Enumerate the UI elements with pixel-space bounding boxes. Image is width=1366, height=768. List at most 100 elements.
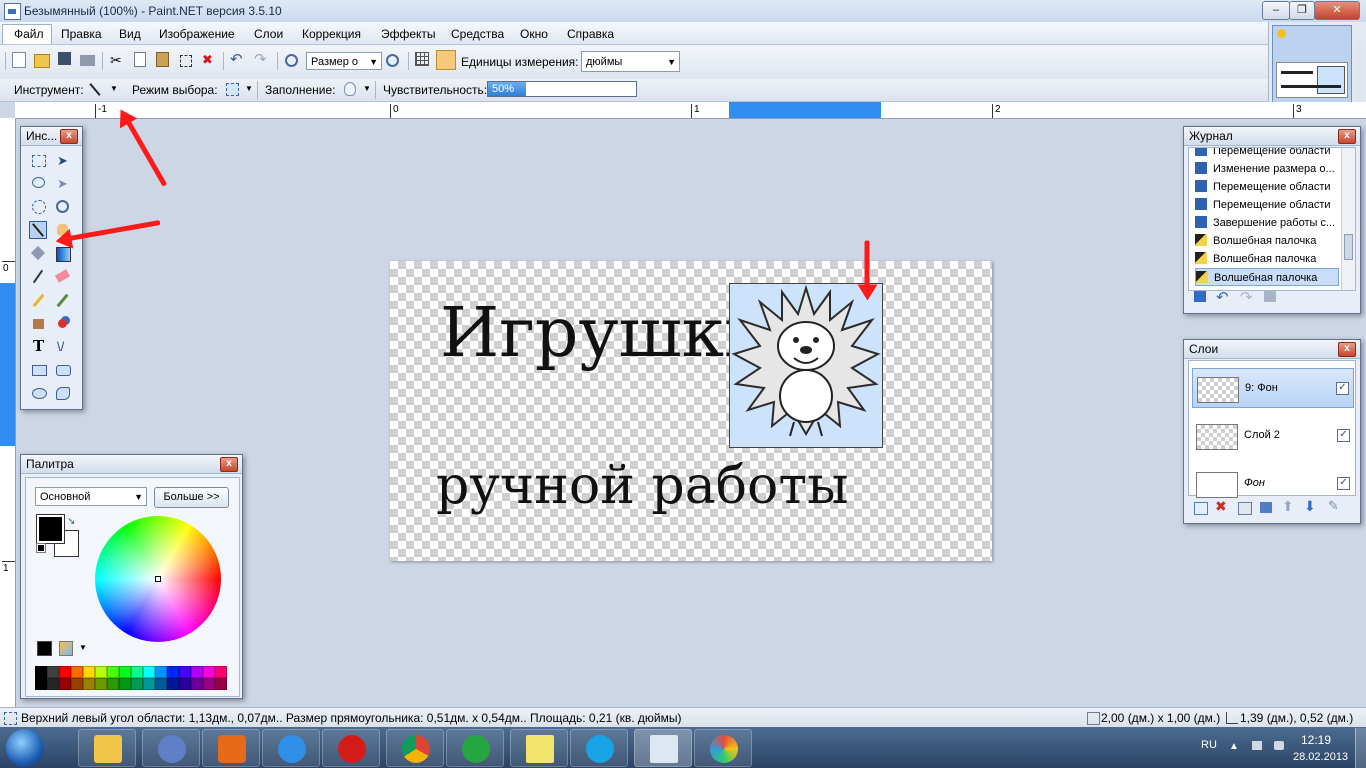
pencil-tool-icon[interactable] (29, 291, 47, 309)
delete-layer-icon[interactable]: ✖ (1215, 498, 1227, 515)
palette-swatch[interactable] (47, 666, 59, 678)
magic-wand-icon[interactable] (88, 82, 102, 96)
palette-swatch[interactable] (143, 666, 155, 678)
rulers-toggle-icon[interactable] (436, 50, 456, 70)
color-wheel[interactable] (95, 516, 221, 642)
layers-panel-close-button[interactable]: x (1338, 342, 1356, 357)
palette-swatch[interactable] (155, 678, 167, 690)
history-item[interactable]: Завершение работы с... (1195, 214, 1339, 232)
grid-icon[interactable] (415, 52, 429, 66)
primary-color-swatch[interactable] (36, 514, 65, 544)
palette-swatch[interactable] (59, 678, 71, 690)
eraser-tool-icon[interactable] (53, 267, 71, 285)
palette-swatch[interactable] (215, 666, 227, 678)
clock-date[interactable]: 28.02.2013 (1293, 751, 1348, 763)
history-last-icon[interactable] (1264, 291, 1276, 302)
print-icon[interactable] (80, 55, 95, 66)
menu-adjustments[interactable]: Коррекция (302, 27, 361, 41)
palette-swatch[interactable] (203, 666, 215, 678)
history-panel-close-button[interactable]: x (1338, 129, 1356, 144)
palette-panel-titlebar[interactable]: Палитра x (21, 455, 242, 474)
palette-swatch[interactable] (119, 678, 131, 690)
zoom-tool-icon[interactable] (53, 197, 71, 215)
add-color-icon[interactable] (37, 641, 52, 656)
lasso-select-tool-icon[interactable] (29, 174, 47, 192)
fill-mode-chevron-icon[interactable]: ▼ (363, 84, 371, 93)
layer-visibility-checkbox[interactable]: ✓ (1337, 429, 1350, 442)
menu-tools[interactable]: Средства (451, 27, 504, 41)
new-file-icon[interactable] (12, 52, 26, 68)
zoom-combo[interactable]: Размер о ▼ (306, 52, 382, 70)
menu-layers[interactable]: Слои (254, 27, 283, 41)
palette-swatch[interactable] (47, 678, 59, 690)
swap-colors-icon[interactable]: ↘ (67, 516, 75, 527)
zoom-out-icon[interactable] (285, 54, 298, 67)
tools-panel-close-button[interactable]: x (60, 129, 78, 144)
cut-icon[interactable]: ✂ (110, 52, 126, 68)
menu-window[interactable]: Окно (520, 27, 548, 41)
layer-visibility-checkbox[interactable]: ✓ (1337, 477, 1350, 490)
ellipse-select-tool-icon[interactable] (29, 197, 47, 215)
palette-swatch[interactable] (155, 666, 167, 678)
history-redo-icon[interactable]: ↷ (1240, 288, 1253, 306)
open-folder-icon[interactable] (34, 54, 50, 68)
taskbar-media-center[interactable] (142, 729, 200, 767)
line-curve-tool-icon[interactable]: \/ (53, 337, 71, 355)
palette-swatch[interactable] (119, 666, 131, 678)
palette-swatch[interactable] (191, 678, 203, 690)
history-undo-icon[interactable]: ↶ (1216, 288, 1229, 306)
tools-panel-titlebar[interactable]: Инс... x (21, 127, 82, 146)
layer-row-selected[interactable]: 9: Фон ✓ (1192, 368, 1354, 408)
clock-time[interactable]: 12:19 (1301, 733, 1331, 747)
palette-swatch[interactable] (191, 666, 203, 678)
show-desktop-button[interactable] (1355, 728, 1366, 768)
history-item[interactable]: Перемещение области (1195, 178, 1339, 196)
history-first-icon[interactable] (1194, 291, 1206, 302)
palette-swatch[interactable] (71, 666, 83, 678)
taskbar-opera[interactable] (322, 729, 380, 767)
text-tool-icon[interactable]: T (29, 337, 47, 355)
history-item[interactable]: Изменение размера о... (1195, 160, 1339, 178)
selection-mode-icon[interactable] (226, 83, 239, 96)
taskbar-media-player[interactable] (202, 729, 260, 767)
taskbar-paint[interactable] (694, 729, 752, 767)
merge-layer-down-icon[interactable] (1260, 502, 1272, 513)
rectangle-select-tool-icon[interactable] (29, 151, 47, 169)
history-item-selected[interactable]: Волшебная палочка (1195, 268, 1339, 286)
taskbar-internet-explorer[interactable] (262, 729, 320, 767)
volume-icon[interactable] (1274, 741, 1284, 750)
move-layer-up-icon[interactable]: ⬆ (1282, 498, 1294, 515)
palette-swatch[interactable] (179, 678, 191, 690)
taskbar-explorer[interactable] (78, 729, 136, 767)
palette-swatch[interactable] (131, 678, 143, 690)
clone-stamp-tool-icon[interactable] (29, 314, 47, 332)
maximize-button[interactable]: ❐ (1289, 1, 1315, 20)
palette-swatch[interactable] (83, 678, 95, 690)
paste-icon[interactable] (156, 52, 169, 67)
palette-swatch[interactable] (107, 678, 119, 690)
taskbar-paintnet[interactable] (634, 729, 692, 767)
palette-swatch[interactable] (95, 678, 107, 690)
start-button-icon[interactable] (6, 729, 44, 767)
image-tab[interactable] (1272, 25, 1352, 103)
layer-row[interactable]: Слой 2 ✓ (1192, 416, 1354, 456)
menu-view[interactable]: Вид (119, 27, 141, 41)
menu-edit[interactable]: Правка (61, 27, 102, 41)
history-item[interactable]: Перемещение области (1195, 196, 1339, 214)
taskbar-sticky-notes[interactable] (510, 729, 568, 767)
menu-help[interactable]: Справка (567, 27, 614, 41)
palette-mode-combo[interactable]: Основной ▼ (35, 487, 147, 506)
deselect-icon[interactable]: ✖ (202, 52, 218, 68)
move-layer-down-icon[interactable]: ⬇ (1304, 498, 1316, 515)
copy-icon[interactable] (134, 52, 146, 67)
duplicate-layer-icon[interactable] (1238, 502, 1252, 515)
zoom-in-icon[interactable] (386, 54, 399, 67)
layer-properties-icon[interactable]: ✎ (1328, 498, 1339, 514)
tray-show-hidden-icon[interactable]: ▲ (1229, 741, 1239, 752)
rectangle-tool-icon[interactable] (29, 360, 47, 378)
palette-swatch[interactable] (107, 666, 119, 678)
undo-icon[interactable]: ↶ (230, 52, 246, 68)
move-selected-pixels-tool-icon[interactable]: ➤ (53, 151, 71, 169)
palette-swatch[interactable] (95, 666, 107, 678)
palette-swatch[interactable] (203, 678, 215, 690)
